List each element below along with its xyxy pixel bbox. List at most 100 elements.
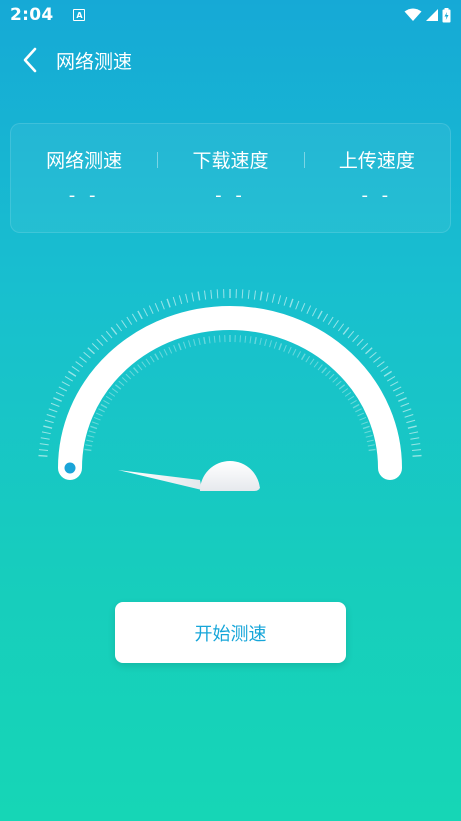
gauge-tick bbox=[218, 335, 221, 343]
gauge-tick bbox=[402, 408, 412, 413]
gauge-tick bbox=[300, 353, 306, 361]
gauge-tick bbox=[337, 323, 345, 332]
gauge-tick bbox=[355, 408, 362, 413]
gauge-tick bbox=[185, 293, 189, 303]
gauge-tick bbox=[254, 336, 257, 345]
gauge-tick bbox=[309, 358, 315, 365]
gauge-tick bbox=[168, 346, 173, 354]
gauge-tick bbox=[390, 381, 399, 387]
gauge-tick bbox=[166, 298, 171, 308]
gauge-tick bbox=[216, 289, 219, 299]
gauge-tick bbox=[253, 290, 257, 300]
gauge-tick bbox=[332, 320, 339, 329]
gauge-tick bbox=[247, 289, 250, 299]
gauge-tick bbox=[46, 414, 56, 418]
gauge-tick bbox=[249, 336, 252, 344]
gauge-tick bbox=[84, 448, 92, 452]
gauge-tick bbox=[101, 334, 108, 343]
notification-a-icon: A bbox=[73, 9, 86, 21]
gauge-tick bbox=[67, 370, 77, 377]
gauge-tick bbox=[110, 326, 118, 335]
gauge-tick bbox=[365, 347, 373, 355]
gauge-tick bbox=[395, 391, 405, 397]
back-button[interactable] bbox=[8, 38, 52, 82]
gauge-tick bbox=[332, 377, 339, 383]
gauge-tick bbox=[411, 443, 421, 446]
gauge-tick bbox=[406, 419, 416, 424]
gauge-tick bbox=[400, 402, 410, 407]
gauge-tick bbox=[342, 326, 350, 335]
gauge-tick bbox=[367, 444, 375, 447]
gauge-tick bbox=[361, 421, 369, 425]
gauge-tick bbox=[40, 437, 50, 440]
gauge-tick bbox=[350, 399, 357, 405]
gauge-svg bbox=[38, 289, 422, 491]
gauge-tick bbox=[44, 419, 54, 424]
gauge-tick bbox=[383, 370, 393, 377]
gauge-tick bbox=[178, 295, 183, 305]
start-speed-test-button[interactable]: 开始测速 bbox=[115, 602, 346, 663]
gauge-tick bbox=[88, 430, 96, 434]
gauge-tick bbox=[148, 305, 154, 314]
app-bar: 网络测速 bbox=[0, 38, 461, 82]
gauge-tick bbox=[149, 355, 155, 363]
gauge-tick bbox=[347, 330, 355, 339]
stat-upload: 上传速度 - - bbox=[303, 124, 450, 232]
gauge-tick bbox=[38, 449, 49, 451]
gauge-tick bbox=[71, 366, 80, 372]
gauge-tick bbox=[98, 408, 105, 413]
gauge-tick bbox=[210, 289, 213, 299]
chevron-left-icon bbox=[23, 47, 37, 73]
gauge-tick bbox=[259, 337, 262, 345]
gauge-tick bbox=[239, 335, 242, 343]
stat-network-label: 网络测速 bbox=[46, 150, 123, 172]
gauge-tick bbox=[125, 373, 132, 380]
gauge-tick bbox=[105, 395, 113, 401]
gauge-tick bbox=[292, 348, 297, 356]
gauge-tick bbox=[271, 293, 275, 303]
gauge-tick bbox=[306, 305, 312, 314]
gauge-tick bbox=[79, 356, 87, 363]
gauge-tick bbox=[48, 408, 58, 413]
gauge-tick bbox=[154, 302, 160, 312]
gauge-tick bbox=[369, 351, 377, 359]
gauge-tick bbox=[376, 361, 385, 368]
gauge-tick bbox=[296, 351, 302, 358]
gauge-tick bbox=[145, 358, 151, 365]
gauge-tick bbox=[362, 425, 370, 430]
gauge-tick bbox=[273, 341, 277, 349]
gauge-tick bbox=[197, 291, 201, 301]
gauge-tick bbox=[335, 380, 342, 387]
gauge-tick bbox=[244, 335, 247, 343]
gauge-tick bbox=[278, 343, 283, 351]
gauge-tick bbox=[154, 353, 160, 361]
gauge-tick bbox=[295, 300, 300, 310]
gauge-tick bbox=[241, 289, 244, 299]
gauge-tick bbox=[325, 370, 331, 377]
gauge-tick bbox=[85, 444, 93, 447]
gauge-tick bbox=[289, 298, 294, 308]
gauge-tick bbox=[39, 443, 49, 446]
gauge-tick bbox=[364, 430, 372, 434]
gauge-tick bbox=[368, 448, 376, 452]
gauge-tick bbox=[93, 416, 101, 421]
gauge-tick bbox=[366, 439, 374, 443]
gauge-tick bbox=[305, 355, 311, 363]
gauge-tick bbox=[115, 323, 123, 332]
gauge-tick bbox=[163, 348, 168, 356]
gauge-tick bbox=[404, 414, 414, 418]
gauge-tick bbox=[412, 454, 422, 457]
page-title: 网络测速 bbox=[56, 50, 133, 73]
gauge-tick bbox=[287, 346, 292, 354]
gauge-tick bbox=[75, 361, 84, 368]
gauge-tick bbox=[380, 366, 389, 372]
gauge-tick bbox=[191, 292, 195, 302]
gauge-tick bbox=[118, 380, 125, 387]
gauge-tick bbox=[133, 367, 139, 374]
stat-upload-label: 上传速度 bbox=[338, 150, 415, 172]
signal-icon bbox=[426, 9, 438, 21]
gauge-tick bbox=[188, 340, 191, 348]
gauge-tick bbox=[141, 361, 147, 368]
gauge-tick bbox=[83, 351, 91, 359]
battery-icon bbox=[442, 7, 451, 22]
